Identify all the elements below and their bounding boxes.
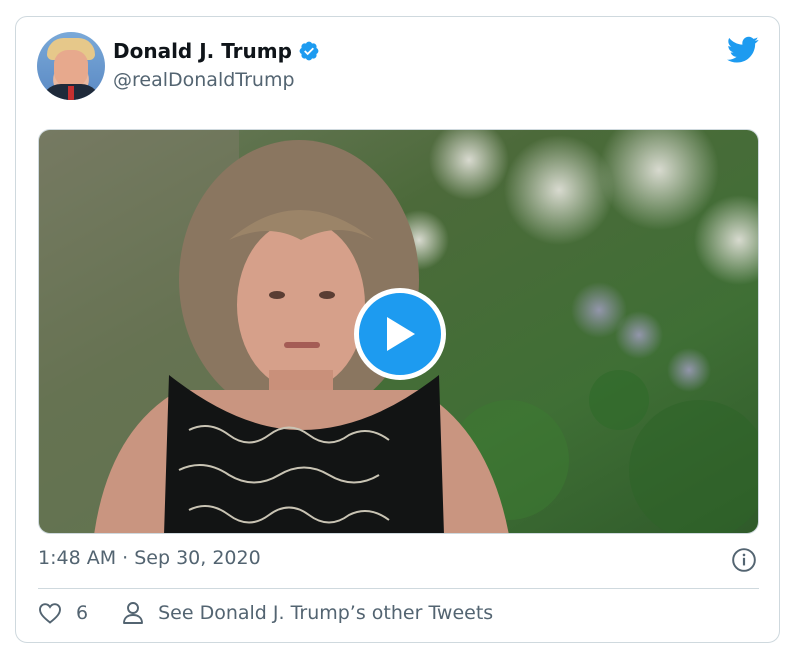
video-media[interactable] [38, 129, 759, 534]
like-count: 6 [76, 602, 89, 624]
other-tweets-label: See Donald J. Trump’s other Tweets [158, 602, 494, 624]
tweet-card[interactable]: Donald J. Trump @realDonaldTrump 1:48 AM… [15, 16, 780, 643]
heart-icon [39, 603, 61, 624]
tweet-actions: 6 See Donald J. Trump’s other Tweets [38, 601, 493, 625]
author-avatar[interactable] [37, 32, 105, 100]
other-tweets-link[interactable]: See Donald J. Trump’s other Tweets [122, 601, 493, 625]
author-handle[interactable]: @realDonaldTrump [113, 69, 295, 91]
tweet-timestamp[interactable]: 1:48 AM · Sep 30, 2020 [38, 547, 261, 569]
twitter-bird-icon[interactable] [727, 36, 759, 64]
play-icon [387, 317, 415, 351]
author-name-row[interactable]: Donald J. Trump [113, 39, 320, 63]
person-icon [123, 602, 144, 624]
avatar-face [54, 50, 88, 88]
like-button[interactable]: 6 [38, 602, 88, 624]
play-button[interactable] [354, 288, 446, 380]
avatar-tie [68, 86, 74, 100]
info-icon[interactable] [731, 547, 757, 573]
verified-badge-icon [299, 41, 319, 61]
tweet-divider [38, 588, 759, 589]
author-display-name[interactable]: Donald J. Trump [113, 39, 292, 63]
